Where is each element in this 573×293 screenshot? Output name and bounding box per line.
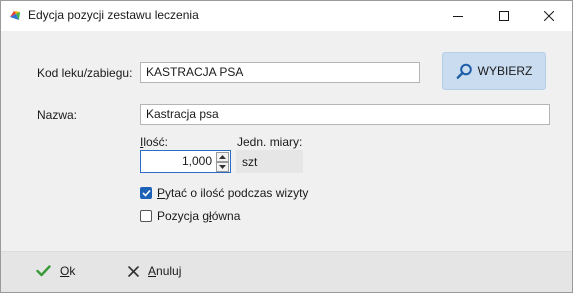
- check-icon: [36, 265, 51, 277]
- cancel-button[interactable]: Anuluj: [128, 264, 181, 278]
- unit-field: szt: [236, 150, 303, 173]
- select-button[interactable]: WYBIERZ: [442, 52, 546, 90]
- maximize-icon: [499, 11, 509, 21]
- quantity-up-button[interactable]: [216, 152, 229, 162]
- main-position-label-start: Pozycja g: [157, 209, 210, 223]
- search-icon: [456, 63, 472, 79]
- cancel-accesskey: A: [148, 264, 157, 278]
- select-button-label: WYBIERZ: [477, 64, 533, 78]
- main-position-checkbox[interactable]: [140, 210, 152, 222]
- name-label: Nazwa:: [37, 108, 78, 122]
- quantity-down-button[interactable]: [216, 162, 229, 172]
- ok-button[interactable]: Ok: [36, 264, 75, 278]
- ask-quantity-label: Pytać o ilość podczas wizyty: [157, 186, 308, 200]
- ok-label-rest: k: [69, 264, 76, 278]
- close-icon: [128, 265, 139, 277]
- maximize-button[interactable]: [481, 1, 527, 31]
- main-position-label-end: ówna: [211, 209, 241, 223]
- app-icon: [10, 11, 20, 20]
- ok-button-label: Ok: [60, 264, 75, 278]
- quantity-label-rest: lość:: [143, 135, 169, 149]
- main-position-checkbox-row[interactable]: Pozycja główna: [140, 209, 240, 223]
- cancel-button-label: Anuluj: [148, 264, 181, 278]
- ask-quantity-label-rest: ytać o ilość podczas wizyty: [165, 186, 309, 200]
- unit-label: Jedn. miary:: [237, 135, 303, 149]
- name-input[interactable]: Kastracja psa: [140, 104, 550, 125]
- checkmark-icon: [141, 189, 151, 197]
- dialog-window: Edycja pozycji zestawu leczenia Kod leku…: [0, 0, 573, 293]
- close-window-icon: [544, 11, 554, 21]
- ask-quantity-checkbox-row[interactable]: Pytać o ilość podczas wizyty: [140, 186, 308, 200]
- chevron-up-icon: [219, 155, 226, 159]
- code-label: Kod leku/zabiegu:: [37, 66, 133, 80]
- ask-quantity-accesskey: P: [157, 186, 166, 200]
- quantity-label: Ilość:: [140, 135, 168, 149]
- minimize-button[interactable]: [435, 1, 481, 31]
- window-title: Edycja pozycji zestawu leczenia: [28, 8, 199, 22]
- quantity-value: 1,000: [181, 154, 212, 168]
- form-area: Kod leku/zabiegu: KASTRACJA PSA WYBIERZ …: [1, 31, 572, 251]
- quantity-stepper[interactable]: 1,000: [140, 150, 231, 173]
- ask-quantity-checkbox[interactable]: [140, 187, 152, 199]
- chevron-down-icon: [219, 165, 226, 169]
- title-bar[interactable]: Edycja pozycji zestawu leczenia: [1, 1, 572, 31]
- close-window-button[interactable]: [526, 1, 572, 31]
- cancel-label-rest: nuluj: [156, 264, 182, 278]
- dialog-footer: Ok Anuluj: [1, 251, 572, 292]
- minimize-icon: [453, 16, 463, 17]
- code-input[interactable]: KASTRACJA PSA: [140, 62, 420, 83]
- ok-accesskey: O: [60, 264, 70, 278]
- main-position-label: Pozycja główna: [157, 209, 240, 223]
